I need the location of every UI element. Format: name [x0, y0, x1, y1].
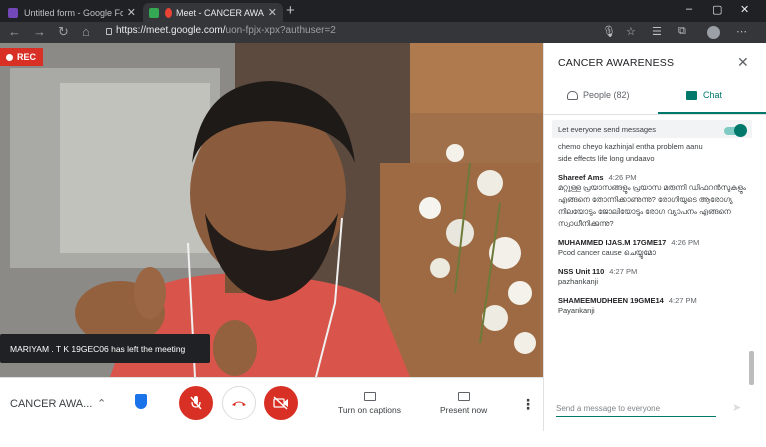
message-sender: Shareef Ams 4:26 PM	[558, 173, 753, 182]
browser-toolbar: ← → ↻ ⌂ https://meet.google.com/uon-fpjx…	[0, 22, 766, 43]
tab-people[interactable]: People (82)	[567, 90, 630, 100]
favorites-icon[interactable]: ☰	[652, 25, 662, 38]
captions-button[interactable]: Turn on captions	[338, 392, 401, 415]
speaker-video	[0, 43, 543, 377]
captions-label: Turn on captions	[338, 405, 401, 415]
recording-dot-icon	[165, 7, 172, 18]
lock-icon	[106, 28, 112, 35]
collections-icon[interactable]: ⧉	[678, 25, 686, 38]
tab-title: Meet - CANCER AWARENESS	[176, 7, 264, 18]
reload-icon[interactable]: ↻	[58, 24, 69, 40]
message-sender: NSS Unit 110 4:27 PM	[558, 267, 753, 276]
send-permission-label: Let everyone send messages	[558, 124, 656, 134]
microphone-icon[interactable]: 🎙	[602, 25, 616, 38]
meeting-details-button[interactable]: CANCER AWA...	[10, 398, 92, 410]
chevron-up-icon[interactable]: ⌃	[97, 397, 106, 410]
chat-panel: CANCER AWARENESS ✕ People (82) Chat Let …	[543, 43, 766, 431]
url-path: uon-fpjx-xpx?authuser=2	[225, 25, 336, 36]
close-window-icon[interactable]: ✕	[740, 3, 749, 16]
forward-icon[interactable]: →	[33, 24, 46, 39]
address-bar[interactable]: https://meet.google.com/uon-fpjx-xpx?aut…	[116, 25, 336, 36]
message-text: മറ്റുള്ള പ്രയാസങ്ങളും പ്രയാസ മരുന്നി ഡിഫ…	[558, 183, 746, 228]
shield-icon[interactable]	[135, 394, 147, 409]
people-tab-label: People (82)	[583, 90, 630, 100]
message-time: 4:26 PM	[608, 173, 637, 182]
forms-favicon-icon	[8, 7, 18, 18]
microphone-off-icon	[190, 396, 202, 410]
meeting-controls: CANCER AWA... ⌃ Turn on captions Present…	[0, 377, 543, 431]
browser-tab-strip: Untitled form - Google Forms ✕ Meet - CA…	[0, 0, 766, 22]
message-time: 4:26 PM	[671, 238, 700, 247]
hang-up-icon	[232, 401, 246, 406]
home-icon[interactable]: ⌂	[82, 24, 90, 39]
record-dot-icon	[6, 53, 13, 61]
rec-label: REC	[17, 52, 37, 62]
profile-avatar[interactable]	[707, 26, 720, 39]
present-button[interactable]: Present now	[440, 392, 487, 415]
panel-title: CANCER AWARENESS	[558, 57, 675, 69]
message-sender: SHAMEEMUDHEEN 19GME14 4:27 PM	[558, 296, 753, 305]
message-text: pazhankanji	[558, 277, 599, 286]
message-time: 4:27 PM	[668, 296, 697, 305]
browser-tab-forms[interactable]: Untitled form - Google Forms ✕	[2, 3, 142, 22]
meet-favicon-icon	[149, 7, 159, 18]
message-time: 4:27 PM	[609, 267, 638, 276]
toggle-knob	[734, 124, 747, 137]
sender-name: NSS Unit 110	[558, 267, 605, 276]
close-tab-icon[interactable]: ✕	[268, 6, 277, 19]
present-label: Present now	[440, 405, 488, 415]
more-icon[interactable]: ⋯	[736, 25, 747, 38]
chat-tab-label: Chat	[703, 90, 723, 100]
star-icon[interactable]: ☆	[626, 25, 636, 38]
url-host: https://meet.google.com/	[116, 25, 226, 36]
divider	[544, 114, 766, 115]
sender-name: Shareef Ams	[558, 173, 604, 182]
message-input[interactable]: Send a message to everyone	[556, 404, 716, 417]
browser-tab-meet[interactable]: Meet - CANCER AWARENESS ✕	[143, 3, 283, 22]
notification-toast: MARIYAM . T K 19GEC06 has left the meeti…	[0, 334, 210, 363]
close-icon[interactable]: ✕	[737, 54, 749, 71]
more-options-icon[interactable]: ⋮	[521, 396, 535, 413]
message-text: Payankanji	[558, 306, 595, 315]
minimize-icon[interactable]: –	[686, 3, 692, 15]
tab-chat[interactable]: Chat	[686, 90, 722, 100]
chat-scrollbar[interactable]	[749, 351, 754, 385]
camera-off-button[interactable]	[264, 386, 298, 420]
people-icon	[567, 90, 578, 100]
message-sender: MUHAMMED IJAS.M 17GME17 4:26 PM	[558, 238, 753, 247]
back-icon[interactable]: ←	[8, 24, 21, 39]
tab-title: Untitled form - Google Forms	[24, 7, 123, 18]
sender-name: SHAMEEMUDHEEN 19GME14	[558, 296, 664, 305]
send-permission-toggle[interactable]	[724, 124, 747, 137]
new-tab-icon[interactable]: +	[286, 2, 295, 19]
maximize-icon[interactable]: ▢	[712, 3, 722, 16]
sender-name: MUHAMMED IJAS.M 17GME17	[558, 238, 667, 247]
camera-off-icon	[273, 396, 288, 410]
send-permission-row: Let everyone send messages	[552, 120, 752, 138]
send-icon[interactable]: ➤	[732, 401, 741, 414]
end-call-button[interactable]	[222, 386, 256, 420]
microphone-off-button[interactable]	[179, 386, 213, 420]
video-feed: REC MARIYAM . T K 19GEC06 has left the m…	[0, 43, 543, 377]
chat-icon	[686, 90, 697, 100]
close-tab-icon[interactable]: ✕	[127, 6, 136, 19]
present-icon	[457, 392, 470, 401]
message-text: chemo cheyo kazhinjal entha problem aanu	[558, 142, 703, 151]
captions-icon	[363, 392, 376, 401]
message-text: Pcod cancer cause ചെയ്യുമോ	[558, 248, 656, 257]
message-text: side effects life long undaavo	[558, 154, 655, 163]
message-list: chemo cheyo kazhinjal entha problem aanu…	[558, 141, 753, 386]
recording-badge: REC	[0, 48, 43, 66]
